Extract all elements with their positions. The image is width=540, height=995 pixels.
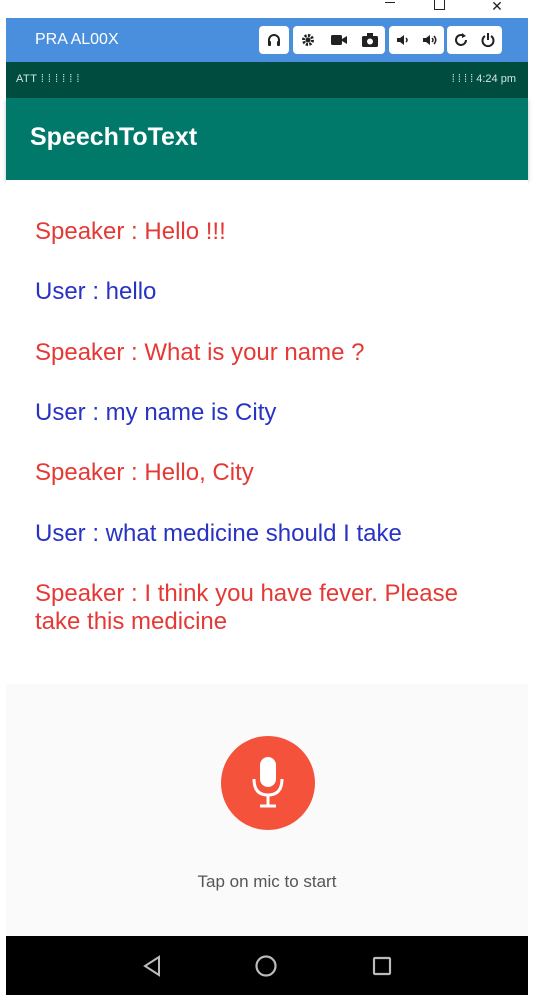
media-group	[293, 26, 385, 54]
mic-button[interactable]	[221, 736, 315, 830]
chat-message-user: User : my name is City	[35, 399, 277, 426]
minimize-icon[interactable]	[383, 0, 397, 14]
audio-group	[259, 26, 289, 54]
mic-panel: Tap on mic to start	[6, 684, 528, 936]
mic-hint: Tap on mic to start	[197, 872, 337, 891]
video-camera-icon[interactable]	[326, 26, 352, 54]
status-right-info: ⁞ ⁞ ⁞ ⁞ 4:24 pm	[451, 73, 516, 85]
back-icon[interactable]	[136, 950, 168, 982]
power-group	[447, 26, 502, 54]
close-icon[interactable]: ✕	[489, 0, 505, 14]
rotate-icon[interactable]	[448, 26, 474, 54]
status-bar: ATT ⁞ ⁞ ⁞ ⁞ ⁞ ⁞ ⁞ ⁞ ⁞ ⁞ 4:24 pm	[6, 62, 528, 98]
camera-icon[interactable]	[357, 26, 383, 54]
emulator-toolbar: PRA AL00X	[6, 18, 528, 62]
chat-message-user: User : hello	[35, 278, 157, 305]
recents-icon[interactable]	[366, 950, 398, 982]
app-bar: SpeechToText	[6, 98, 528, 180]
chat-message-speaker: Speaker : Hello !!!	[35, 218, 226, 245]
device-name: PRA AL00X	[35, 31, 119, 48]
gear-icon[interactable]	[295, 26, 321, 54]
home-icon[interactable]	[250, 950, 282, 982]
chat-list[interactable]: Speaker : Hello !!! User : hello Speaker…	[6, 180, 528, 684]
volume-down-icon[interactable]	[390, 26, 416, 54]
chat-message-speaker: Speaker : What is your name ?	[35, 339, 365, 366]
chat-message-speaker-continued: take this medicine	[35, 608, 228, 635]
headphones-icon[interactable]	[261, 26, 287, 54]
phone-screen: ATT ⁞ ⁞ ⁞ ⁞ ⁞ ⁞ ⁞ ⁞ ⁞ ⁞ 4:24 pm SpeechTo…	[6, 62, 528, 995]
chat-message-user: User : what medicine should I take	[35, 520, 402, 547]
desktop-background-right	[528, 18, 540, 995]
volume-group	[389, 26, 444, 54]
status-left-info: ATT ⁞ ⁞ ⁞ ⁞ ⁞ ⁞	[16, 73, 80, 85]
app-title: SpeechToText	[30, 123, 198, 151]
window-titlebar: ✕	[0, 0, 540, 18]
chat-message-speaker: Speaker : Hello, City	[35, 459, 254, 486]
chat-message-speaker: Speaker : I think you have fever. Please	[35, 580, 458, 607]
microphone-icon	[252, 757, 284, 808]
android-nav-bar	[6, 936, 528, 995]
volume-up-icon[interactable]	[417, 26, 443, 54]
maximize-icon[interactable]	[434, 0, 446, 14]
power-icon[interactable]	[475, 26, 501, 54]
